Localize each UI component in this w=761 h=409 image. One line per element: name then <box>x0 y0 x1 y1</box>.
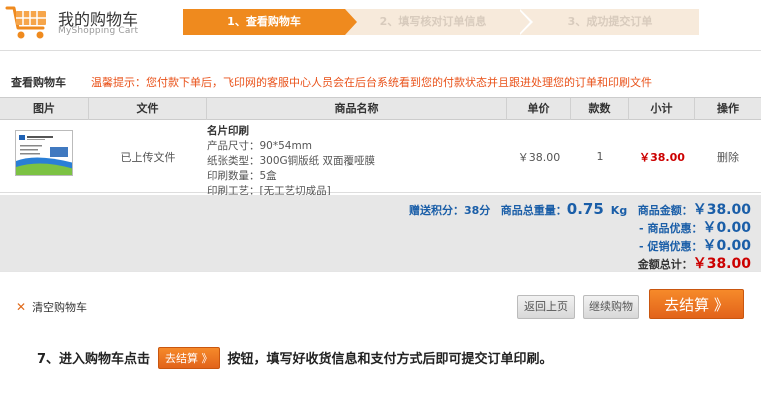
amount-label: 商品金额： <box>637 204 693 217</box>
summary-line-discount: - 商品优惠：￥0.00 <box>639 217 751 237</box>
checkout-button-illustration: 去结算 》 <box>158 346 220 369</box>
instruction-before: 7、进入购物车点击 <box>37 352 151 367</box>
amount-value: ￥38.00 <box>692 202 751 218</box>
column-header-image: 图片 <box>0 98 89 120</box>
weight-value: 0.75 <box>566 200 604 218</box>
total-value: ￥38.00 <box>692 256 751 272</box>
discount-value: ￥0.00 <box>702 220 751 236</box>
summary-line-promo: - 促销优惠：￥0.00 <box>639 235 751 255</box>
total-label: 金额总计： <box>637 258 693 271</box>
weight-unit: Kg <box>610 204 628 217</box>
tip-row: 查看购物车 温馨提示：您付款下单后，飞印网的客服中心人员会在后台系统看到您的付款… <box>0 72 761 89</box>
column-header-price: 单价 <box>507 98 571 120</box>
page-header: 我的购物车 MyShopping Cart 1、查看购物车 2、填写核对订单信息… <box>0 0 761 46</box>
business-card-image <box>16 131 72 175</box>
step-arrow <box>345 9 357 35</box>
column-header-action: 操作 <box>717 102 739 115</box>
discount-label: - 商品优惠： <box>639 222 703 235</box>
page-subtitle: MyShopping Cart <box>58 26 139 36</box>
row-subtotal: ￥38.00 <box>639 150 685 164</box>
table-header: 图片 文件 商品名称 单价 款数 小计 操作 <box>0 97 761 120</box>
product-name: 名片印刷 <box>207 125 249 137</box>
clear-cart-label: 清空购物车 <box>32 301 88 314</box>
promo-label: - 促销优惠： <box>639 240 703 253</box>
summary-line-total: 金额总计：￥38.00 <box>638 253 751 273</box>
print-quantity: 印刷数量：5盒 <box>207 170 277 182</box>
divider <box>0 50 761 51</box>
points-value: 38分 <box>463 204 491 217</box>
instruction-after: 按钮，填写好收货信息和支付方式后即可提交订单印刷。 <box>227 352 553 367</box>
instruction-text: 7、进入购物车点击 去结算 》 按钮，填写好收货信息和支付方式后即可提交订单印刷… <box>37 345 553 370</box>
order-summary: 赠送积分：38分 商品总重量：0.75 Kg 商品金额：￥38.00 - 商品优… <box>0 195 761 273</box>
table-row: 已上传文件 名片印刷 产品尺寸：90*54mm 纸张类型：300G铜版纸 双面覆… <box>0 120 761 197</box>
column-header-subtotal: 小计 <box>629 98 695 120</box>
step-label: 2、填写核对订单信息 <box>379 15 487 28</box>
unit-price: ￥38.00 <box>517 150 561 164</box>
step-arrow <box>518 9 530 35</box>
weight-label: 商品总重量： <box>500 204 567 217</box>
back-button[interactable]: 返回上页 <box>517 295 575 319</box>
section-label: 查看购物车 <box>11 76 66 89</box>
checkout-steps: 1、查看购物车 2、填写核对订单信息 3、成功提交订单 <box>183 9 699 35</box>
continue-shopping-button[interactable]: 继续购物 <box>583 295 639 319</box>
clear-cart-link[interactable]: ✕ 清空购物车 <box>16 299 87 315</box>
paper-type: 纸张类型：300G铜版纸 双面覆哑膜 <box>207 155 376 167</box>
product-specs: 名片印刷 产品尺寸：90*54mm 纸张类型：300G铜版纸 双面覆哑膜 印刷数… <box>207 124 375 199</box>
cart-actions: ✕ 清空购物车 返回上页 继续购物 去结算 》 <box>0 271 761 337</box>
shopping-cart-icon <box>5 6 46 39</box>
delete-link[interactable]: 删除 <box>695 120 761 193</box>
checkout-button[interactable]: 去结算 》 <box>649 289 744 319</box>
warm-tip: 温馨提示：您付款下单后，飞印网的客服中心人员会在后台系统看到您的付款状态并且跟进… <box>91 76 652 89</box>
close-icon: ✕ <box>16 300 27 314</box>
points-label: 赠送积分： <box>408 204 464 217</box>
step-submit-order: 3、成功提交订单 <box>521 9 699 35</box>
column-header-file: 文件 <box>89 98 207 120</box>
item-count: 1 <box>596 150 604 163</box>
summary-line-points-weight-amount: 赠送积分：38分 商品总重量：0.75 Kg 商品金额：￥38.00 <box>409 199 751 219</box>
step-label: 3、成功提交订单 <box>567 15 653 28</box>
step-fill-order-info: 2、填写核对订单信息 <box>345 9 521 35</box>
product-size: 产品尺寸：90*54mm <box>207 140 312 152</box>
business-card-thumbnail[interactable] <box>15 130 73 176</box>
step-view-cart: 1、查看购物车 <box>183 9 345 35</box>
column-header-product-name: 商品名称 <box>207 98 507 120</box>
cart-table: 图片 文件 商品名称 单价 款数 小计 操作 已上传文件 名片印刷 产品尺寸：9… <box>0 97 761 197</box>
promo-value: ￥0.00 <box>702 238 751 254</box>
file-status: 已上传文件 <box>120 150 176 164</box>
column-header-count: 款数 <box>571 98 629 120</box>
